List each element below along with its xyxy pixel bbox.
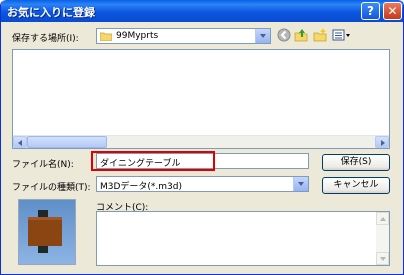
horizontal-scrollbar[interactable]	[13, 135, 389, 148]
file-type-value: M3Dデータ(*.m3d)	[100, 182, 183, 192]
arrow-up-icon	[380, 217, 386, 221]
file-type-label: ファイルの種類(T):	[12, 183, 91, 193]
arrow-left-icon	[18, 140, 22, 146]
close-button[interactable]: ✕	[383, 2, 402, 20]
comment-textarea[interactable]	[96, 211, 390, 266]
arrow-right-icon	[381, 140, 385, 146]
save-location-value: 99Myprts	[116, 31, 159, 41]
annotation-highlight-box	[91, 151, 215, 171]
new-folder-icon[interactable]	[313, 28, 327, 42]
back-icon[interactable]	[277, 28, 291, 42]
preview-thumbnail	[18, 199, 76, 265]
cancel-button[interactable]: キャンセル	[322, 177, 390, 194]
scroll-down-button[interactable]	[376, 252, 389, 265]
arrow-down-icon	[380, 257, 386, 261]
file-list[interactable]	[12, 49, 390, 149]
dialog-title: お気に入りに登録	[7, 6, 95, 19]
save-location-dropdown-button[interactable]	[255, 29, 270, 43]
scroll-up-button[interactable]	[376, 212, 389, 225]
chevron-down-icon	[260, 34, 266, 38]
scroll-thumb[interactable]	[27, 136, 107, 148]
folder-icon	[99, 32, 113, 42]
file-type-dropdown-button[interactable]	[293, 177, 308, 191]
save-button[interactable]: 保存(S)	[322, 154, 390, 171]
save-location-label: 保存する場所(I):	[12, 34, 79, 44]
dining-table-preview-image	[28, 210, 62, 253]
chevron-down-icon	[298, 182, 304, 186]
up-folder-icon[interactable]	[294, 28, 308, 42]
file-type-dropdown[interactable]: M3Dデータ(*.m3d)	[96, 176, 309, 192]
save-location-dropdown[interactable]: 99Myprts	[96, 28, 271, 44]
scroll-right-button[interactable]	[375, 136, 389, 148]
help-button[interactable]: ?	[361, 2, 380, 20]
title-bar: お気に入りに登録 ? ✕	[1, 0, 403, 22]
file-name-label: ファイル名(N):	[12, 160, 74, 170]
view-menu-icon[interactable]	[332, 28, 352, 42]
scroll-left-button[interactable]	[13, 136, 27, 148]
save-favorite-dialog: お気に入りに登録 ? ✕ 保存する場所(I): 99Myprts ファイル名(N…	[0, 0, 404, 275]
vertical-scrollbar[interactable]	[376, 212, 389, 265]
